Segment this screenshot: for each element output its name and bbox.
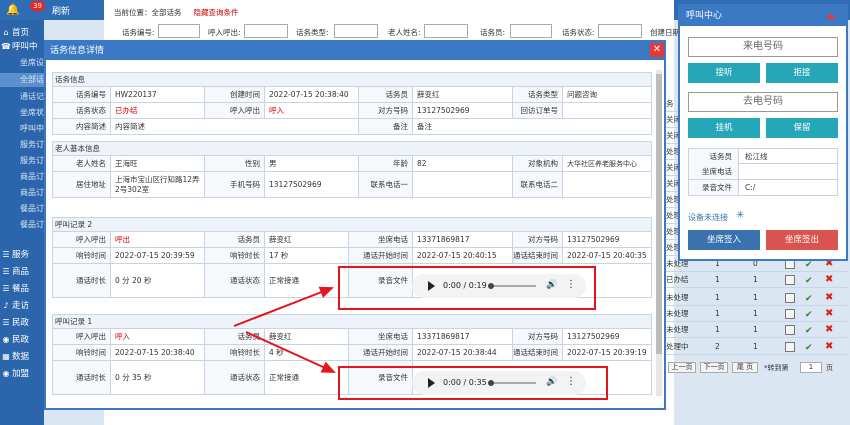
phone-icon: ☎ bbox=[1, 42, 11, 51]
sidebar-item-visit[interactable]: ♪ 走访 bbox=[0, 299, 44, 313]
sidebar-subitem-active[interactable]: 全部话 bbox=[0, 73, 44, 87]
civil-icon: ☰ bbox=[2, 318, 10, 327]
page-select[interactable]: 1 bbox=[800, 362, 822, 373]
check-icon[interactable]: ✔ bbox=[805, 323, 813, 339]
check-icon[interactable]: ✔ bbox=[805, 340, 813, 356]
sidebar-subitem[interactable]: 服务订 bbox=[0, 154, 44, 168]
annotation-arrows bbox=[233, 286, 336, 373]
sidebar-subitem[interactable]: 餐品订 bbox=[0, 202, 44, 216]
table-row: 未处理 1 1 ✔ ✖ bbox=[665, 322, 848, 338]
delete-icon[interactable]: ✖ bbox=[825, 290, 833, 306]
sidebar-subitem[interactable]: 坐席设 bbox=[0, 56, 44, 70]
last-page-button[interactable]: 尾 页 bbox=[732, 362, 758, 373]
sidebar-item-service[interactable]: ☰ 服务 bbox=[0, 248, 44, 262]
filter-input[interactable] bbox=[510, 24, 552, 38]
device-status: 设备未连接 bbox=[688, 213, 728, 222]
delete-icon[interactable]: ✖ bbox=[825, 339, 833, 355]
table-row: 未处理 1 1 ✔ ✖ bbox=[665, 290, 848, 306]
info-row: 话务员 松江线 bbox=[688, 148, 838, 164]
sidebar-item-join[interactable]: ◉ 加盟 bbox=[0, 367, 44, 381]
visit-icon: ♪ bbox=[3, 301, 9, 310]
delete-icon[interactable]: ✖ bbox=[825, 306, 833, 322]
filter-label: 呼入呼出: bbox=[208, 28, 241, 37]
sidebar-subitem[interactable]: 坐席状 bbox=[0, 106, 44, 120]
hangup-button[interactable]: 挂机 bbox=[688, 118, 760, 138]
delete-icon[interactable]: ✖ bbox=[825, 322, 833, 338]
edit-icon[interactable] bbox=[785, 325, 795, 335]
sidebar-item-data[interactable]: ▦ 数据 bbox=[0, 350, 44, 364]
check-icon[interactable]: ✔ bbox=[805, 273, 813, 289]
sidebar-item-goods[interactable]: ☰ 商品 bbox=[0, 265, 44, 279]
filter-label: 话务状态: bbox=[562, 28, 595, 37]
sidebar: ⌂ 首页 ☎呼叫中 坐席设 全部话 通话记 坐席状 呼叫中 服务订 服务订 商品订… bbox=[0, 20, 44, 425]
outgoing-number-field[interactable]: 去电号码 bbox=[688, 92, 838, 112]
filter-select[interactable] bbox=[244, 24, 288, 38]
sidebar-item-home[interactable]: ⌂ 首页 bbox=[0, 26, 44, 40]
sidebar-subitem[interactable]: 餐品订 bbox=[0, 218, 44, 232]
info-row: 坐席电话 bbox=[688, 164, 838, 180]
filter-label: 老人姓名: bbox=[388, 28, 421, 37]
refresh-link[interactable]: 刷新 bbox=[52, 4, 70, 17]
panel-title: 呼叫中心 bbox=[680, 6, 846, 26]
sidebar-subitem[interactable]: 呼叫中 bbox=[0, 122, 44, 136]
civil2-icon: ◉ bbox=[2, 335, 10, 344]
filter-label: 话务类型: bbox=[296, 28, 329, 37]
table-row: 处理中 2 1 ✔ ✖ bbox=[665, 339, 848, 355]
sidebar-item-food[interactable]: ☰ 餐品 bbox=[0, 282, 44, 296]
join-icon: ◉ bbox=[2, 369, 10, 378]
filter-select[interactable] bbox=[598, 24, 642, 38]
filter-input[interactable] bbox=[158, 24, 200, 38]
table-row: 未处理 1 1 ✔ ✖ bbox=[665, 306, 848, 322]
call-center-panel: 呼叫中心 来电号码 接听 拒接 去电号码 挂机 保留 话务员 松江线 坐席电话 录… bbox=[678, 4, 848, 261]
reject-button[interactable]: 拒接 bbox=[766, 63, 838, 83]
filter-label: 话务编号: bbox=[122, 28, 155, 37]
notification-badge: 39 bbox=[30, 1, 45, 11]
prev-page-button[interactable]: 上一页 bbox=[668, 362, 696, 373]
page-suffix: 页 bbox=[826, 364, 833, 372]
check-icon[interactable]: ✔ bbox=[805, 291, 813, 307]
edit-icon[interactable] bbox=[785, 293, 795, 303]
goto-label: *转到第 bbox=[764, 364, 789, 372]
answer-button[interactable]: 接听 bbox=[688, 63, 760, 83]
sign-in-button[interactable]: 坐席签入 bbox=[688, 230, 760, 250]
home-icon: ⌂ bbox=[3, 28, 9, 37]
table-row: 已办结 1 1 ✔ ✖ bbox=[665, 272, 848, 288]
sidebar-item-callcenter[interactable]: ☎呼叫中 bbox=[0, 40, 44, 54]
sign-out-button[interactable]: 坐席签出 bbox=[766, 230, 838, 250]
goods-icon: ☰ bbox=[2, 267, 10, 276]
sidebar-item-civil-2[interactable]: ◉ 民政 bbox=[0, 333, 44, 347]
delete-icon[interactable]: ✖ bbox=[825, 272, 833, 288]
hold-button[interactable]: 保留 bbox=[766, 118, 838, 138]
check-icon[interactable]: ✔ bbox=[805, 307, 813, 323]
sidebar-subitem[interactable]: 通话记 bbox=[0, 90, 44, 104]
filter-label: 话务员: bbox=[480, 28, 506, 37]
data-icon: ▦ bbox=[2, 352, 10, 361]
edit-icon[interactable] bbox=[785, 309, 795, 319]
bell-icon[interactable]: 🔔 bbox=[6, 3, 20, 17]
toggle-query-link[interactable]: 隐藏查询条件 bbox=[194, 8, 239, 17]
filter-label: 创建日期 bbox=[650, 28, 680, 37]
filter-select[interactable] bbox=[334, 24, 378, 38]
edit-icon[interactable] bbox=[785, 275, 795, 285]
sidebar-subitem[interactable]: 服务订 bbox=[0, 138, 44, 152]
incoming-number-field[interactable]: 来电号码 bbox=[688, 37, 838, 57]
sidebar-subitem[interactable]: 商品订 bbox=[0, 186, 44, 200]
breadcrumb: 当前位置：全部话务 隐藏查询条件 bbox=[114, 8, 239, 17]
filter-input[interactable] bbox=[424, 24, 468, 38]
edit-icon[interactable] bbox=[785, 342, 795, 352]
next-page-button[interactable]: 下一页 bbox=[700, 362, 728, 373]
collapse-icon[interactable] bbox=[826, 13, 836, 19]
loading-icon: ✳ bbox=[736, 210, 745, 221]
sidebar-item-civil[interactable]: ☰ 民政 bbox=[0, 316, 44, 330]
food-icon: ☰ bbox=[2, 284, 10, 293]
info-row: 录音文件 C:/ bbox=[688, 180, 838, 196]
service-icon: ☰ bbox=[2, 250, 10, 259]
sidebar-subitem[interactable]: 商品订 bbox=[0, 170, 44, 184]
traffic-detail-dialog: 话务信息详情 ✕ 话务信息 话务编号 HW220137 创建时间 2022-07… bbox=[44, 40, 666, 410]
